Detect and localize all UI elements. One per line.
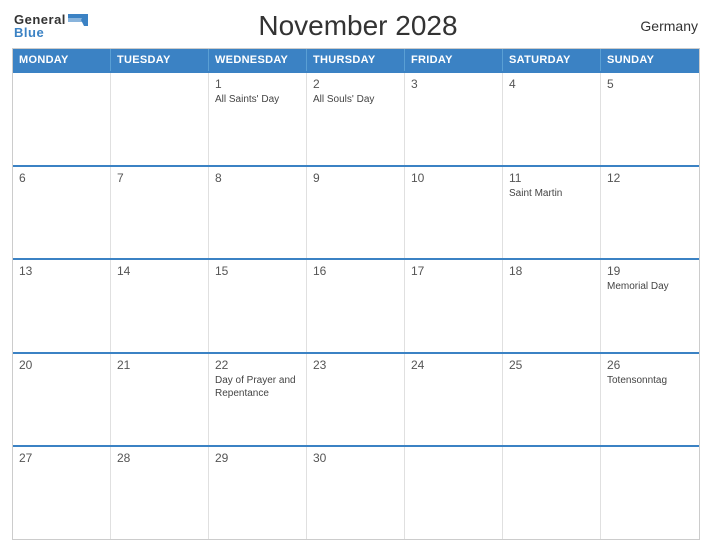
cell-event-label: All Saints' Day: [215, 93, 300, 106]
cal-cell-w2-d6: 11 Saint Martin: [503, 167, 601, 259]
cal-cell-w2-d1: 6: [13, 167, 111, 259]
week-row-2: 6789 10 11 Saint Martin 12: [13, 165, 699, 259]
week-row-4: 20 21 22 Day of Prayer and Repentance 23 24 25…: [13, 352, 699, 446]
cell-date-number: 13: [19, 264, 104, 278]
cell-date-number: 19: [607, 264, 693, 278]
cell-date-number: 10: [411, 171, 496, 185]
cell-event-label: Saint Martin: [509, 187, 594, 200]
cell-date-number: 7: [117, 171, 202, 185]
cell-date-number: 21: [117, 358, 202, 372]
cell-date-number: 15: [215, 264, 300, 278]
cal-cell-w1-d2: [111, 73, 209, 165]
cal-cell-w1-d4: 2 All Souls' Day: [307, 73, 405, 165]
header: General Blue November 2028 Germany: [12, 10, 700, 42]
col-sunday: Sunday: [601, 49, 699, 71]
cal-cell-w2-d7: 12: [601, 167, 699, 259]
cal-cell-w5-d1: 27: [13, 447, 111, 539]
cal-cell-w1-d1: [13, 73, 111, 165]
cal-cell-w1-d7: 5: [601, 73, 699, 165]
cell-date-number: 11: [509, 171, 594, 185]
calendar: Monday Tuesday Wednesday Thursday Friday…: [12, 48, 700, 540]
cell-date-number: 4: [509, 77, 594, 91]
cal-cell-w4-d5: 24: [405, 354, 503, 446]
cal-cell-w4-d1: 20: [13, 354, 111, 446]
week-row-5: 27 28 29 30: [13, 445, 699, 539]
cal-cell-w1-d5: 3: [405, 73, 503, 165]
calendar-header: Monday Tuesday Wednesday Thursday Friday…: [13, 49, 699, 71]
week-row-3: 13 14 15 16 17 18 19 Memorial Day: [13, 258, 699, 352]
cell-event-label: Day of Prayer and Repentance: [215, 374, 300, 400]
cal-cell-w5-d4: 30: [307, 447, 405, 539]
cell-date-number: 26: [607, 358, 693, 372]
cell-date-number: 6: [19, 171, 104, 185]
cal-cell-w3-d2: 14: [111, 260, 209, 352]
cal-cell-w5-d3: 29: [209, 447, 307, 539]
cell-date-number: 30: [313, 451, 398, 465]
cell-event-label: Totensonntag: [607, 374, 693, 387]
cell-date-number: 1: [215, 77, 300, 91]
cell-date-number: 22: [215, 358, 300, 372]
cal-cell-w3-d3: 15: [209, 260, 307, 352]
cal-cell-w5-d2: 28: [111, 447, 209, 539]
cell-date-number: 9: [313, 171, 398, 185]
col-wednesday: Wednesday: [209, 49, 307, 71]
col-monday: Monday: [13, 49, 111, 71]
cell-event-label: All Souls' Day: [313, 93, 398, 106]
page: General Blue November 2028 Germany Monda…: [0, 0, 712, 550]
week-row-1: 1 All Saints' Day 2 All Souls' Day 345: [13, 71, 699, 165]
cell-date-number: 12: [607, 171, 693, 185]
cell-date-number: 29: [215, 451, 300, 465]
cal-cell-w2-d3: 8: [209, 167, 307, 259]
cell-date-number: 27: [19, 451, 104, 465]
cell-date-number: 23: [313, 358, 398, 372]
cal-cell-w4-d7: 26 Totensonntag: [601, 354, 699, 446]
logo-blue-text: Blue: [14, 26, 88, 39]
cell-date-number: 28: [117, 451, 202, 465]
page-title: November 2028: [88, 10, 628, 42]
cal-cell-w3-d6: 18: [503, 260, 601, 352]
logo: General Blue: [14, 13, 88, 39]
cell-date-number: 2: [313, 77, 398, 91]
cell-date-number: 18: [509, 264, 594, 278]
cal-cell-w3-d5: 17: [405, 260, 503, 352]
col-tuesday: Tuesday: [111, 49, 209, 71]
cal-cell-w1-d3: 1 All Saints' Day: [209, 73, 307, 165]
cell-date-number: 14: [117, 264, 202, 278]
cal-cell-w2-d2: 7: [111, 167, 209, 259]
cal-cell-w5-d7: [601, 447, 699, 539]
cell-date-number: 20: [19, 358, 104, 372]
cal-cell-w5-d6: [503, 447, 601, 539]
col-saturday: Saturday: [503, 49, 601, 71]
cell-date-number: 8: [215, 171, 300, 185]
calendar-body: 1 All Saints' Day 2 All Souls' Day 345 6789 10…: [13, 71, 699, 539]
logo-flag-icon: [68, 14, 88, 26]
country-label: Germany: [628, 18, 698, 34]
cal-cell-w4-d3: 22 Day of Prayer and Repentance: [209, 354, 307, 446]
cell-date-number: 24: [411, 358, 496, 372]
cal-cell-w2-d4: 9: [307, 167, 405, 259]
cal-cell-w4-d6: 25: [503, 354, 601, 446]
cal-cell-w3-d4: 16: [307, 260, 405, 352]
cal-cell-w3-d1: 13: [13, 260, 111, 352]
cell-date-number: 16: [313, 264, 398, 278]
cell-event-label: Memorial Day: [607, 280, 693, 293]
cal-cell-w2-d5: 10: [405, 167, 503, 259]
cal-cell-w5-d5: [405, 447, 503, 539]
col-friday: Friday: [405, 49, 503, 71]
cal-cell-w4-d4: 23: [307, 354, 405, 446]
cell-date-number: 17: [411, 264, 496, 278]
cell-date-number: 3: [411, 77, 496, 91]
col-thursday: Thursday: [307, 49, 405, 71]
cal-cell-w3-d7: 19 Memorial Day: [601, 260, 699, 352]
cell-date-number: 5: [607, 77, 693, 91]
cal-cell-w1-d6: 4: [503, 73, 601, 165]
cal-cell-w4-d2: 21: [111, 354, 209, 446]
cell-date-number: 25: [509, 358, 594, 372]
